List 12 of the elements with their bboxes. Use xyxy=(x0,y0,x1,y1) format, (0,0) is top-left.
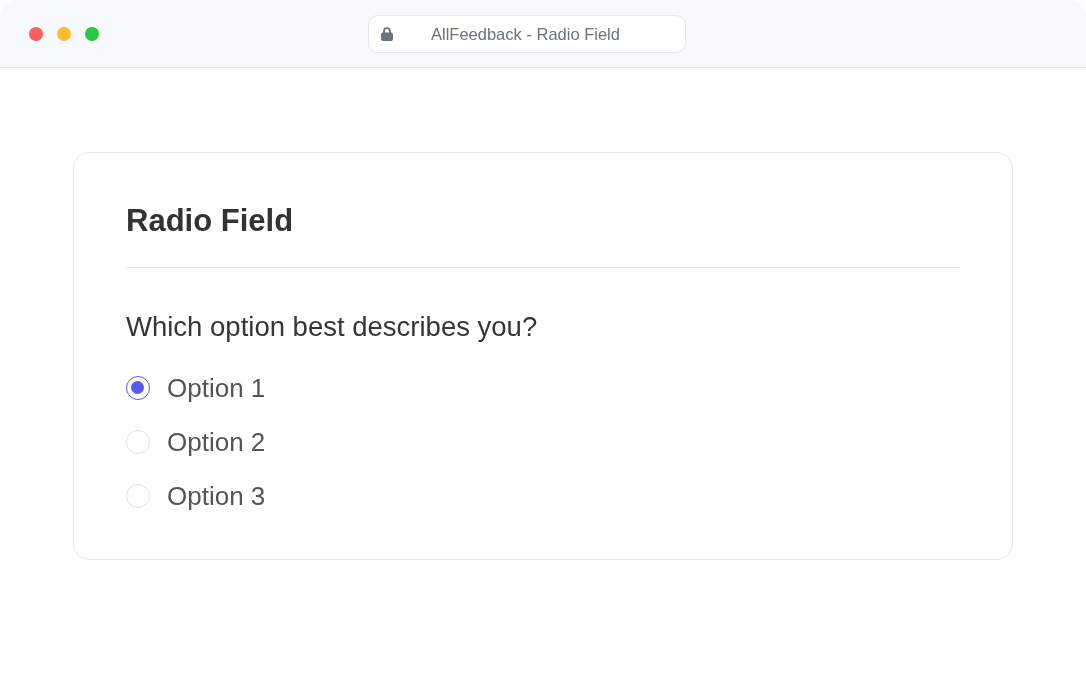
question-label: Which option best describes you? xyxy=(126,310,539,344)
radio-button[interactable] xyxy=(126,376,150,400)
option-label[interactable]: Option 3 xyxy=(167,480,266,512)
lock-icon xyxy=(381,27,393,41)
address-bar[interactable]: AllFeedback - Radio Field xyxy=(368,15,686,53)
address-text: AllFeedback - Radio Field xyxy=(431,24,620,44)
option-label[interactable]: Option 1 xyxy=(167,372,266,404)
option-label[interactable]: Option 2 xyxy=(167,426,266,458)
form-title: Radio Field xyxy=(126,202,295,239)
close-dot-icon[interactable] xyxy=(29,26,43,41)
maximize-dot-icon[interactable] xyxy=(85,26,99,41)
minimize-dot-icon[interactable] xyxy=(57,26,71,41)
